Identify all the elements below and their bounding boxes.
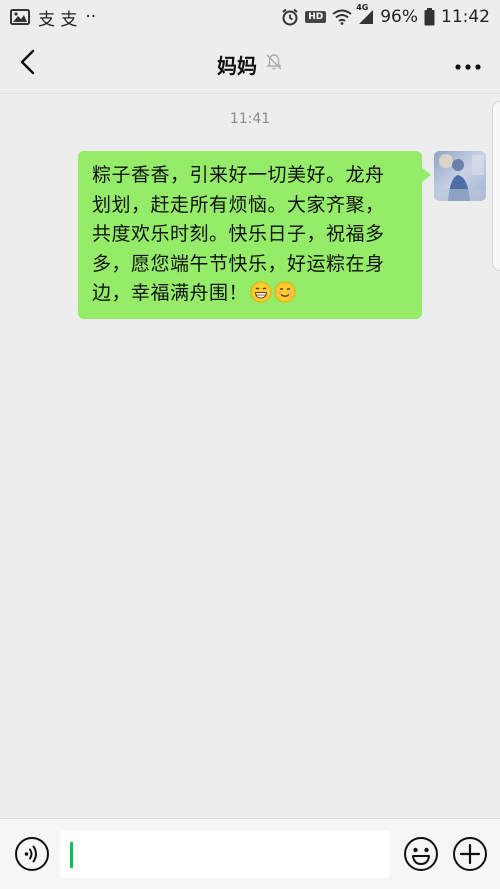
voice-button[interactable] bbox=[14, 836, 50, 872]
message-line: 多，愿您端午节快乐，好运粽在身 bbox=[92, 252, 385, 275]
avatar[interactable] bbox=[434, 151, 486, 201]
hd-badge: HD bbox=[305, 11, 327, 23]
emoji-icon bbox=[403, 837, 439, 876]
plus-button[interactable] bbox=[452, 836, 488, 872]
clock: 11:42 bbox=[441, 7, 490, 27]
chat-area[interactable]: 11:41 粽子香香，引来好一切美好。龙舟 划划，赶走所有烦恼。大家齐聚， 共度… bbox=[0, 95, 500, 818]
emoji-button[interactable] bbox=[403, 836, 439, 872]
back-chevron-icon bbox=[19, 49, 37, 79]
status-left-text: 支 支 bbox=[38, 9, 78, 30]
network-type: 4G bbox=[356, 3, 369, 12]
text-caret bbox=[70, 842, 73, 868]
status-dots: ·· bbox=[85, 7, 97, 27]
battery-percent: 96% bbox=[380, 7, 418, 27]
input-bar bbox=[0, 818, 500, 889]
nav-bar: 妈妈 bbox=[0, 34, 500, 94]
message-line: 粽子香香，引来好一切美好。龙舟 bbox=[92, 164, 385, 186]
status-right: HD 4G 96% 11:42 bbox=[281, 3, 490, 27]
message-line: 划划，赶走所有烦恼。大家齐聚， bbox=[92, 193, 385, 216]
alarm-icon bbox=[281, 8, 299, 26]
more-dots-icon bbox=[455, 55, 481, 74]
message-line: 边，幸福满舟围！ bbox=[92, 282, 249, 304]
smiling-face-icon bbox=[274, 281, 296, 303]
grinning-face-icon bbox=[250, 281, 272, 303]
battery-icon bbox=[424, 8, 435, 26]
message-timestamp: 11:41 bbox=[229, 111, 271, 127]
nav-title-wrap: 妈妈 bbox=[0, 34, 500, 94]
message-line: 共度欢乐时刻。快乐日子，祝福多 bbox=[92, 223, 385, 245]
status-left: 支 支 ·· bbox=[10, 5, 96, 30]
gallery-icon bbox=[10, 9, 30, 25]
message-bubble[interactable]: 粽子香香，引来好一切美好。龙舟 划划，赶走所有烦恼。大家齐聚， 共度欢乐时刻。快… bbox=[78, 151, 431, 319]
mute-bell-icon bbox=[265, 53, 283, 75]
signal-icon: 4G bbox=[356, 3, 374, 25]
more-options-button[interactable] bbox=[450, 48, 486, 80]
page-title: 妈妈 bbox=[217, 53, 257, 78]
plus-icon bbox=[452, 837, 488, 876]
message-line-last: 边，幸福满舟围！ bbox=[92, 279, 408, 309]
message-input[interactable] bbox=[60, 830, 390, 878]
wifi-icon bbox=[332, 9, 352, 25]
status-bar: 支 支 ·· HD 4G 96% 11:42 bbox=[0, 0, 500, 34]
back-button[interactable] bbox=[12, 48, 44, 80]
voice-icon bbox=[14, 837, 50, 876]
